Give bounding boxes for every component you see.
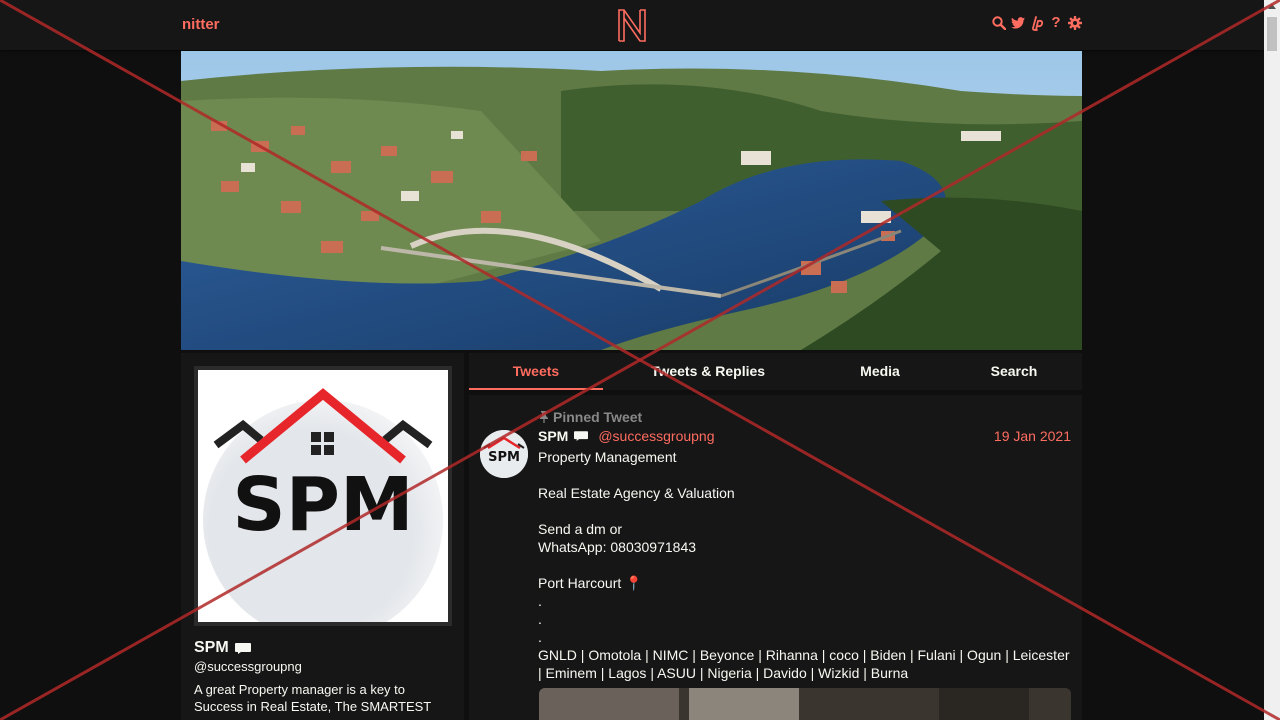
nitter-home-link[interactable]: nitter bbox=[182, 16, 220, 33]
tweet-username[interactable]: @successgroupng bbox=[598, 428, 714, 444]
tweet-header: SPM @successgroupng bbox=[538, 428, 715, 444]
tab-tweets-replies[interactable]: Tweets & Replies bbox=[639, 353, 777, 390]
profile-avatar[interactable]: SPM bbox=[194, 366, 452, 626]
liberapay-icon[interactable] bbox=[1030, 15, 1044, 31]
profile-fullname[interactable]: SPM bbox=[194, 639, 229, 657]
navbar: nitter ? bbox=[0, 0, 1264, 50]
tweet-media[interactable] bbox=[539, 688, 1071, 720]
avatar-spm-text: SPM bbox=[232, 462, 413, 548]
fullname-row: SPM bbox=[194, 639, 251, 657]
verified-badge-icon bbox=[234, 642, 251, 654]
twitter-bird-icon[interactable] bbox=[1011, 15, 1025, 31]
profile-bio: A great Property manager is a key to Suc… bbox=[194, 682, 432, 714]
tweet-fullname[interactable]: SPM bbox=[538, 428, 568, 444]
profile-banner[interactable] bbox=[181, 51, 1082, 350]
banner-image bbox=[181, 51, 1082, 350]
profile-username[interactable]: @successgroupng bbox=[194, 659, 302, 674]
page-scrollbar[interactable] bbox=[1264, 0, 1280, 720]
spm-logo-image: SPM bbox=[198, 370, 448, 622]
tweet-date[interactable]: 19 Jan 2021 bbox=[994, 428, 1071, 444]
pinned-text: Pinned Tweet bbox=[553, 409, 643, 425]
tab-tweets[interactable]: Tweets bbox=[469, 353, 603, 390]
search-icon[interactable] bbox=[992, 15, 1006, 31]
pin-icon bbox=[540, 411, 548, 423]
tweet-avatar-image: SPM bbox=[480, 430, 528, 478]
tweet-avatar-text: SPM bbox=[488, 450, 520, 465]
tab-search[interactable]: Search bbox=[974, 353, 1054, 390]
pinned-label: Pinned Tweet bbox=[539, 409, 642, 425]
tweet-media-image bbox=[539, 688, 1071, 720]
scroll-up-arrow-icon[interactable] bbox=[1268, 4, 1276, 9]
gear-icon[interactable] bbox=[1068, 15, 1082, 31]
tweet-content: Property Management Real Estate Agency &… bbox=[538, 449, 1070, 681]
tweet-avatar[interactable]: SPM bbox=[480, 430, 528, 478]
verified-badge-icon bbox=[574, 431, 589, 441]
timeline-tabs: Tweets Tweets & Replies Media Search bbox=[469, 353, 1082, 390]
timeline: Pinned Tweet SPM SPM @successgroupng 19 … bbox=[469, 395, 1082, 720]
nav-icons: ? bbox=[992, 15, 1082, 31]
help-icon[interactable]: ? bbox=[1049, 15, 1063, 31]
tab-media[interactable]: Media bbox=[839, 353, 921, 390]
scrollbar-thumb[interactable] bbox=[1267, 17, 1277, 51]
profile-card: SPM SPM @successgroupng A great Property… bbox=[181, 353, 464, 720]
nitter-logo-icon[interactable] bbox=[615, 7, 649, 43]
